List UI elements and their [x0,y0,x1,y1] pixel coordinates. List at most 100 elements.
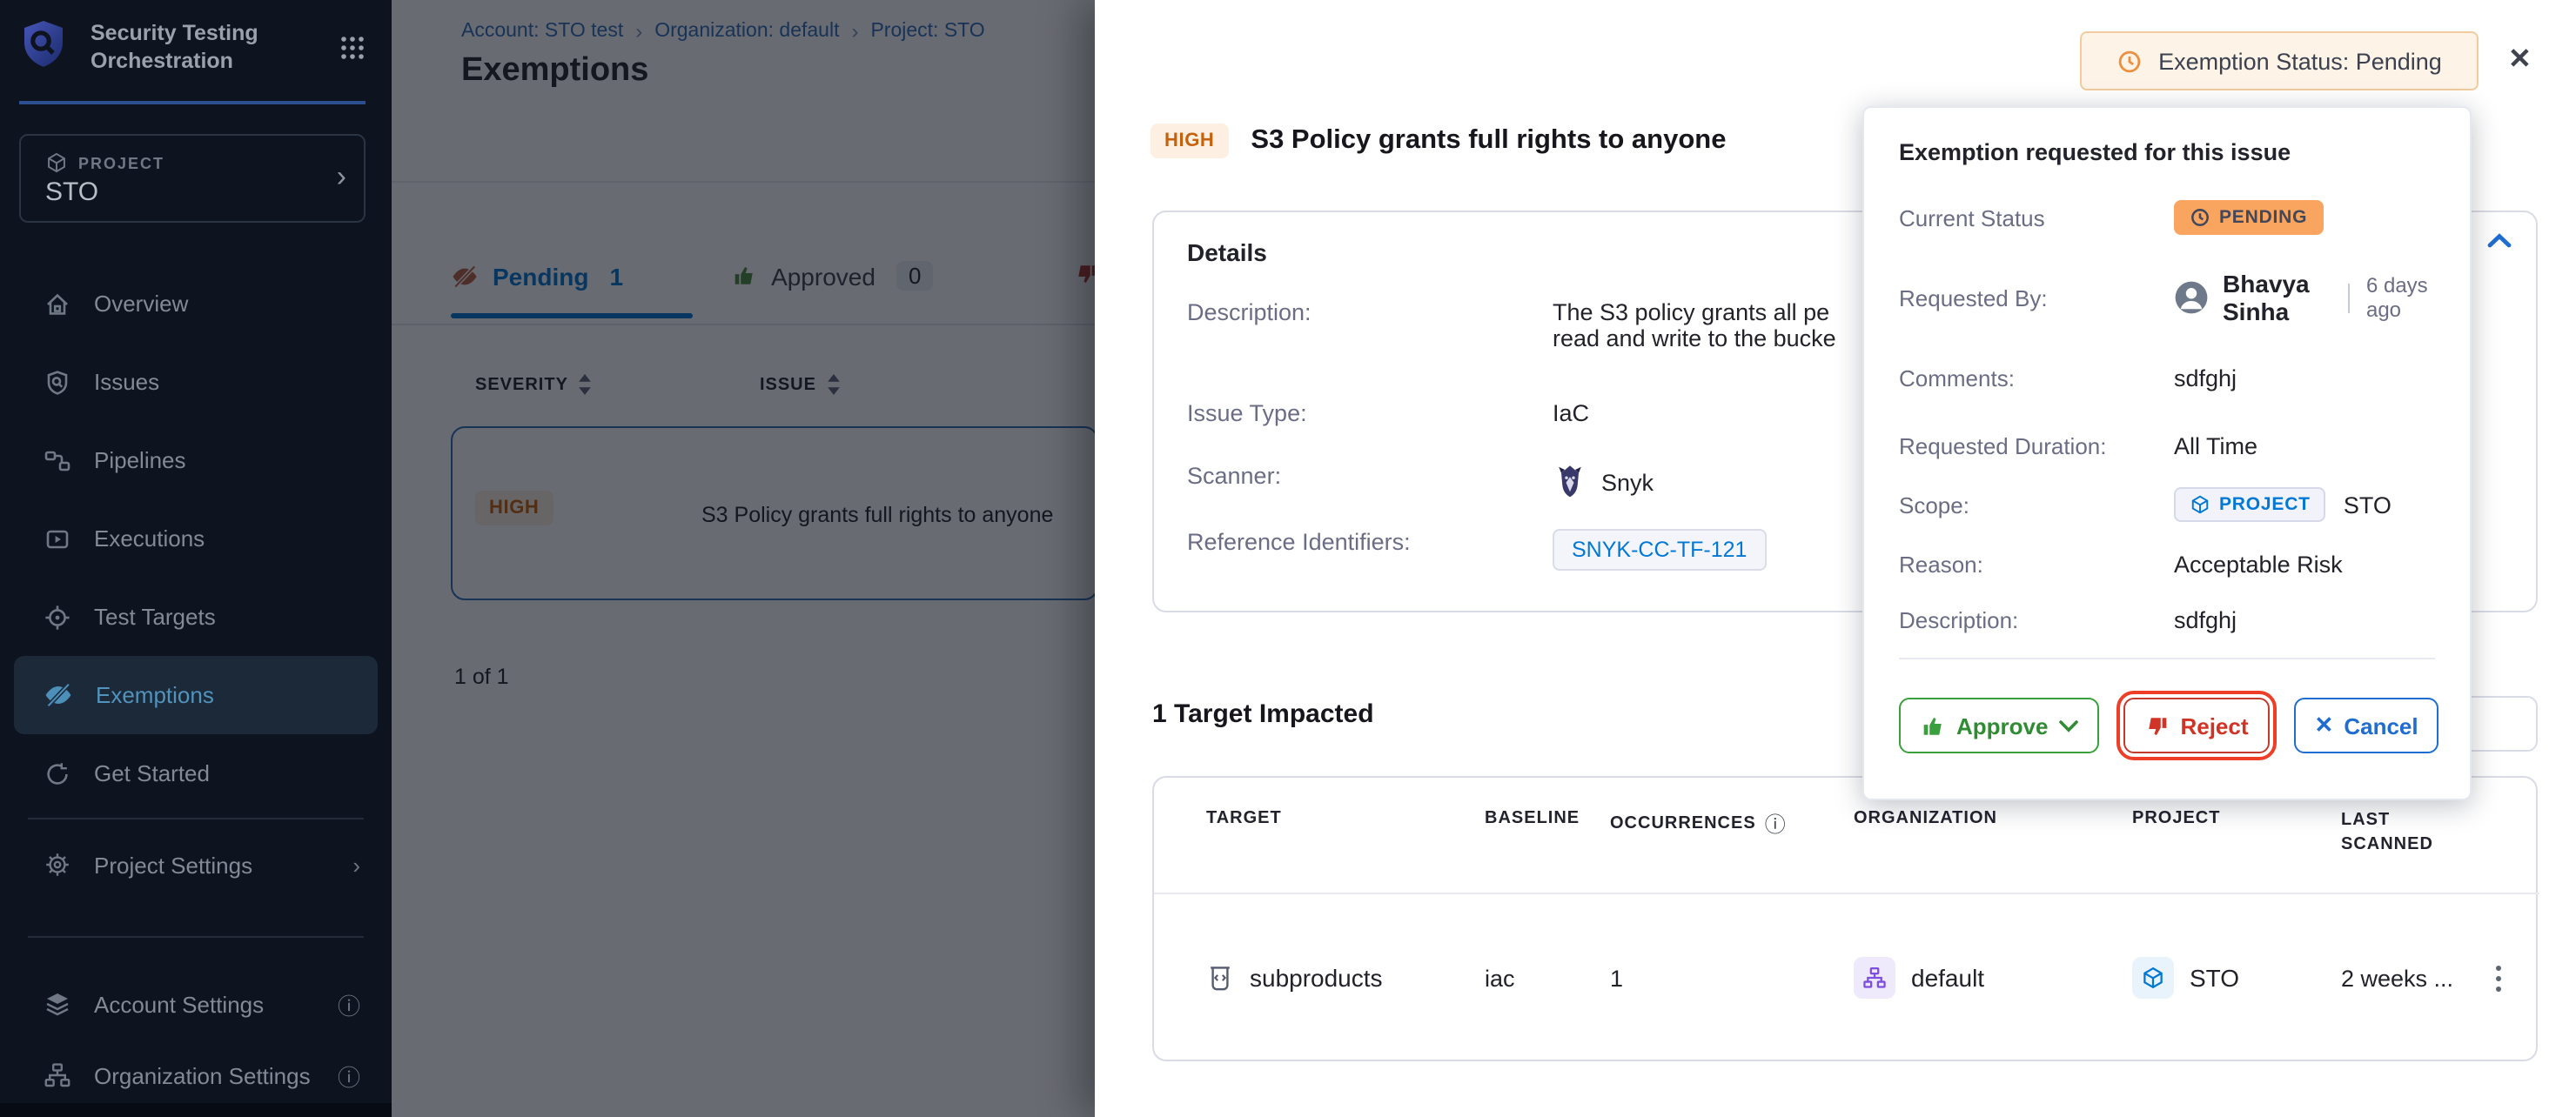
reject-button-label: Reject [2180,712,2248,739]
scope-value: PROJECT STO [2174,487,2392,522]
cancel-button[interactable]: ✕ Cancel [2294,698,2439,753]
column-last-scanned: LAST SCANNED [2341,809,2449,858]
row-menu-kebab-icon[interactable] [2477,960,2519,996]
project-selector[interactable]: PROJECT STO › [19,134,366,223]
project-cube-icon [45,151,68,174]
close-icon[interactable]: ✕ [2508,42,2532,77]
column-organization: ORGANIZATION [1854,809,2132,828]
comments-label: Comments: [1899,365,2174,391]
sidebar-item-pipelines[interactable]: Pipelines [0,421,392,499]
target-table-row[interactable]: subproducts iac 1 default [1154,893,2539,1060]
issue-type-value: IaC [1553,400,1589,426]
sidebar-divider [28,936,364,938]
requested-by-value: Bhavya Sinha 6 days ago [2174,270,2435,325]
reject-button-focus-ring: Reject [2116,691,2276,760]
popup-row-reason: Reason: Acceptable Risk [1899,552,2435,578]
requested-duration-label: Requested Duration: [1899,433,2174,459]
targets-table-card: TARGET BASELINE OCCURRENCES ⓘ ORGANIZATI… [1152,776,2538,1061]
sidebar-nav: Overview Issues Pipelines [0,264,392,813]
sidebar-item-label: Pipelines [94,447,186,473]
popup-row-comments: Comments: sdfghj [1899,365,2435,391]
popup-heading: Exemption requested for this issue [1899,139,2435,165]
sidebar-item-project-settings[interactable]: Project Settings › [0,839,392,891]
close-icon: ✕ [2315,712,2334,739]
sidebar-item-label: Executions [94,525,205,552]
sidebar-item-test-targets[interactable]: Test Targets [0,578,392,656]
overlay-scrim[interactable] [392,0,1095,1117]
popup-row-scope: Scope: PROJECT STO [1899,487,2435,522]
scanner-value: Snyk [1553,463,1654,501]
issue-title: S3 Policy grants full rights to anyone [1251,125,1726,157]
info-icon[interactable]: ⓘ [338,987,360,1020]
exemption-status-pill[interactable]: Exemption Status: Pending [2080,31,2479,90]
popup-row-description: Description: sdfghj [1899,607,2435,633]
info-icon[interactable]: ⓘ [1765,809,1787,839]
sidebar-item-executions[interactable]: Executions [0,499,392,578]
organization-icon [1854,957,1895,999]
popup-description-value: sdfghj [2174,607,2237,633]
chevron-up-icon[interactable] [2487,233,2512,249]
project-selector-value: STO [45,177,98,207]
targets-impacted-heading: 1 Target Impacted [1152,699,1374,729]
approve-button[interactable]: Approve [1899,698,2098,753]
snyk-logo-icon [1553,463,1587,501]
app-root: Security Testing Orchestration PROJECT [0,0,2576,1117]
module-grid-icon[interactable] [339,35,366,61]
sidebar-item-organization-settings[interactable]: Organization Settings ⓘ [0,1049,392,1101]
sidebar-divider [28,818,364,819]
reference-identifiers-label: Reference Identifiers: [1187,529,1553,571]
divider [2348,283,2349,312]
app-title: Security Testing Orchestration [91,19,296,75]
layers-gear-icon [44,990,71,1018]
home-icon [44,290,71,318]
sidebar-item-issues[interactable]: Issues [0,343,392,421]
target-icon [44,603,71,631]
detail-row-issue-type: Issue Type: IaC [1187,400,1589,426]
baseline-cell: iac [1485,965,1610,991]
thumbs-down-icon [2143,712,2170,739]
sidebar-item-overview[interactable]: Overview [0,264,392,343]
scanner-label: Scanner: [1187,463,1553,501]
detail-row-description: Description: The S3 policy grants all pe… [1187,299,1836,351]
comments-value: sdfghj [2174,365,2237,391]
popup-description-label: Description: [1899,607,2174,633]
requester-name: Bhavya Sinha [2223,270,2331,325]
target-name: subproducts [1250,964,1383,992]
sto-shield-logo-icon [17,17,70,70]
chevron-down-icon [2058,719,2077,732]
popup-row-requested-by: Requested By: Bhavya Sinha 6 days ago [1899,270,2435,325]
project-name: STO [2190,964,2239,992]
sidebar-item-account-settings[interactable]: Account Settings ⓘ [0,978,392,1030]
panel-title-row: HIGH S3 Policy grants full rights to any… [1150,124,1726,158]
executions-play-icon [44,525,71,552]
clock-icon [2116,48,2143,74]
organization-cell: default [1854,957,2132,999]
requested-by-label: Requested By: [1899,284,2174,311]
occurrences-cell: 1 [1610,965,1854,991]
sidebar: Security Testing Orchestration PROJECT [0,0,392,1117]
description-label: Description: [1187,299,1553,351]
sidebar-item-exemptions[interactable]: Exemptions [14,656,378,734]
project-cell: STO [2132,957,2341,999]
sidebar-item-label: Test Targets [94,604,216,630]
reference-id-chip[interactable]: SNYK-CC-TF-121 [1553,529,1766,571]
project-scope-chip: PROJECT [2174,487,2326,522]
issue-type-label: Issue Type: [1187,400,1553,426]
column-target: TARGET [1206,809,1485,828]
last-scanned-cell: 2 weeks ... [2341,965,2477,991]
sidebar-item-get-started[interactable]: Get Started [0,734,392,813]
reject-button[interactable]: Reject [2123,698,2269,753]
app-logo-row: Security Testing Orchestration [17,14,374,90]
pending-status-badge: PENDING [2174,200,2323,235]
chevron-right-icon: › [337,160,346,195]
detail-row-reference: Reference Identifiers: SNYK-CC-TF-121 [1187,529,1766,571]
info-icon[interactable]: ⓘ [338,1059,360,1092]
sidebar-item-label: Project Settings [94,852,252,878]
eye-off-icon [44,680,73,710]
popup-row-current-status: Current Status PENDING [1899,200,2435,235]
severity-badge: HIGH [1150,124,1228,158]
sidebar-item-label: Overview [94,291,188,317]
popup-divider [1899,658,2435,659]
approve-button-label: Approve [1956,712,2048,739]
thumbs-up-icon [1920,712,1946,739]
